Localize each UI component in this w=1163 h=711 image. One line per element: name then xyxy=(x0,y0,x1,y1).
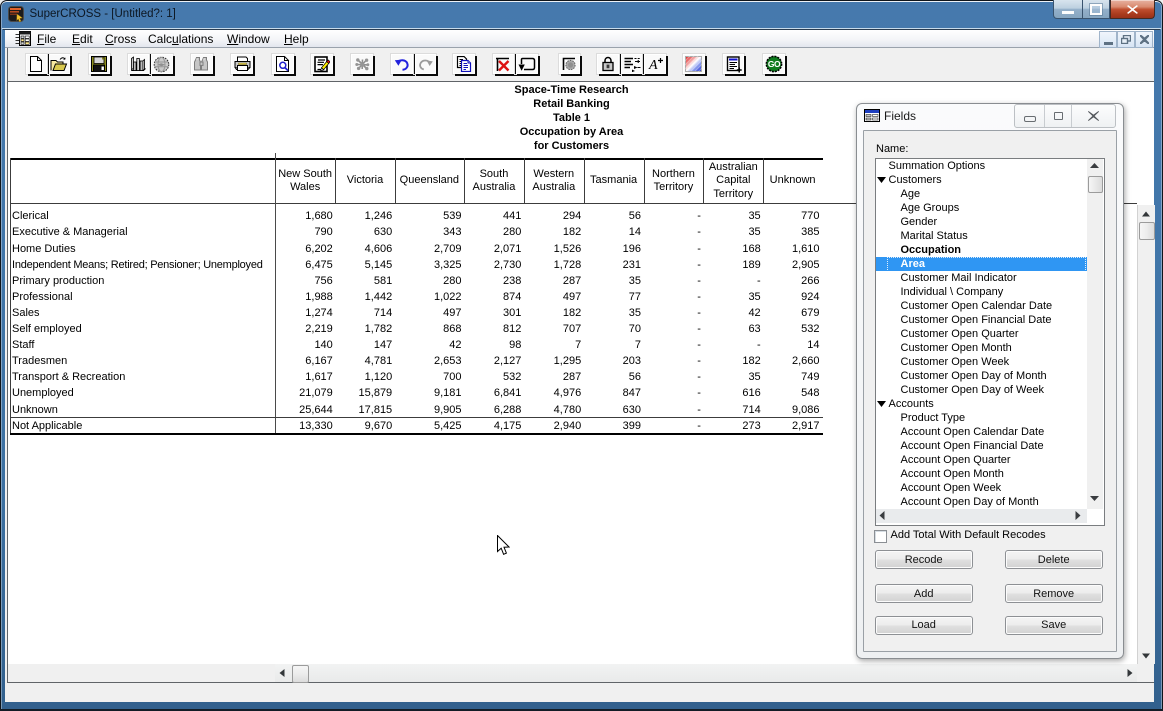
svg-text:GO: GO xyxy=(768,59,781,69)
svg-text:A: A xyxy=(648,58,658,72)
